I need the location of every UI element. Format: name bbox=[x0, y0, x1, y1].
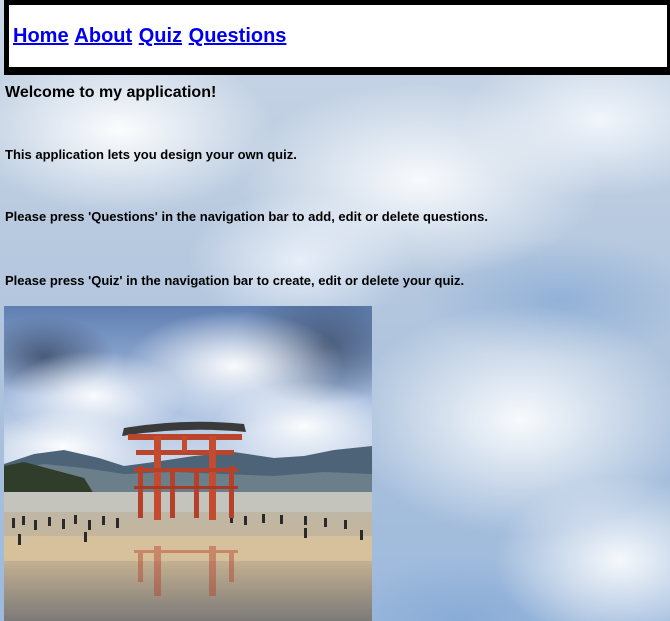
quiz-instruction: Please press 'Quiz' in the navigation ba… bbox=[5, 273, 465, 288]
nav-link-quiz[interactable]: Quiz bbox=[139, 25, 182, 47]
torii-gate-photo bbox=[4, 306, 372, 621]
questions-instruction: Please press 'Questions' in the navigati… bbox=[5, 209, 488, 224]
nav-link-questions[interactable]: Questions bbox=[189, 25, 287, 47]
navigation-bar: Home About Quiz Questions bbox=[4, 0, 670, 75]
main-content: Welcome to my application! This applicat… bbox=[5, 83, 655, 288]
welcome-heading: Welcome to my application! bbox=[5, 84, 217, 101]
nav-link-home[interactable]: Home bbox=[13, 25, 69, 47]
intro-paragraph: This application lets you design your ow… bbox=[5, 147, 297, 162]
nav-links: Home About Quiz Questions bbox=[13, 25, 287, 48]
nav-link-about[interactable]: About bbox=[74, 25, 132, 47]
